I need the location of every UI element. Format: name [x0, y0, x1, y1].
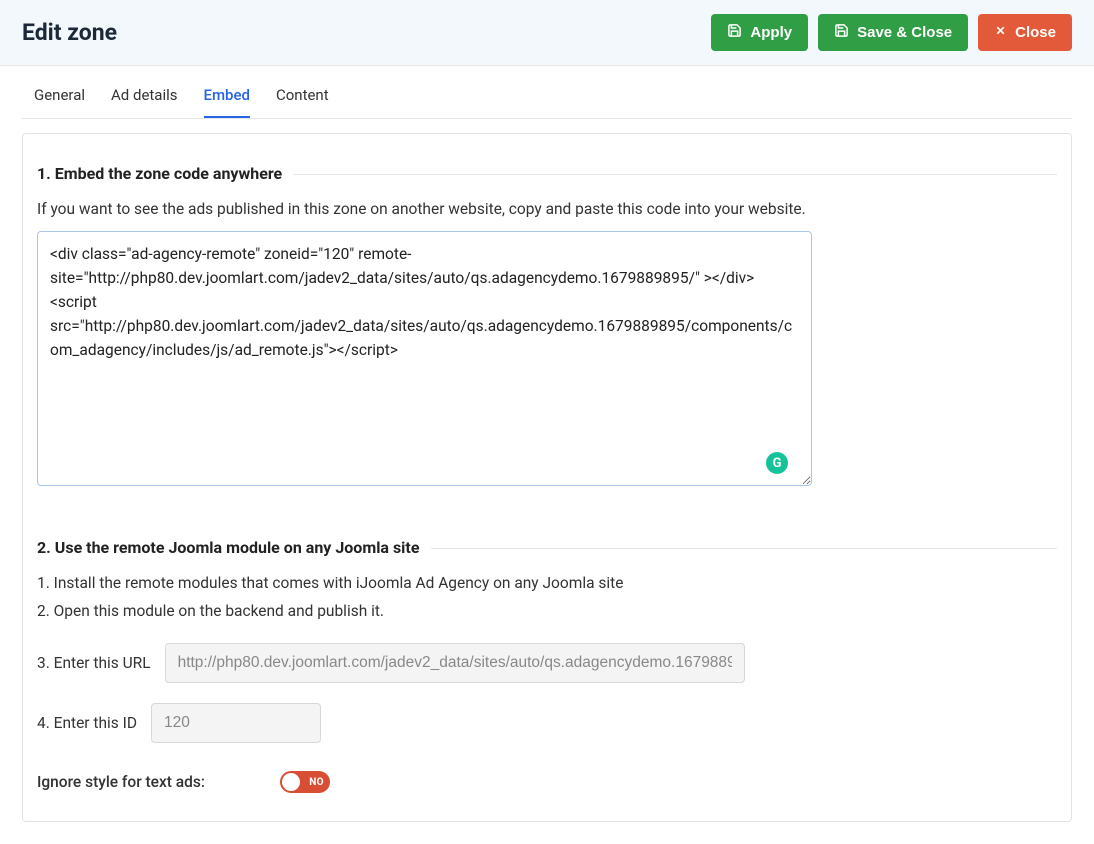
- save-close-label: Save & Close: [857, 24, 952, 41]
- section1-desc: If you want to see the ads published in …: [37, 197, 1057, 221]
- section1-title-wrap: 1. Embed the zone code anywhere: [37, 164, 1057, 183]
- step3-row: 3. Enter this URL: [37, 643, 1057, 683]
- toggle-knob: [282, 773, 300, 791]
- step2-text: 2. Open this module on the backend and p…: [37, 599, 1057, 623]
- tab-content[interactable]: Content: [276, 86, 329, 118]
- url-input[interactable]: [165, 643, 745, 683]
- tab-general[interactable]: General: [34, 86, 85, 118]
- close-icon: [994, 24, 1007, 41]
- embed-code-textarea[interactable]: [37, 231, 812, 486]
- tabs-bar: General Ad details Embed Content: [0, 66, 1094, 118]
- id-input[interactable]: [151, 703, 321, 743]
- code-textarea-wrap: G: [37, 231, 812, 490]
- page-title: Edit zone: [22, 19, 117, 46]
- apply-button[interactable]: Apply: [711, 14, 808, 51]
- section2: 2. Use the remote Joomla module on any J…: [37, 538, 1057, 793]
- header-bar: Edit zone Apply Save & Close Close: [0, 0, 1094, 66]
- header-actions: Apply Save & Close Close: [711, 14, 1072, 51]
- save-icon: [727, 23, 742, 42]
- toggle-state: NO: [309, 777, 324, 788]
- close-button[interactable]: Close: [978, 14, 1072, 51]
- section2-title-wrap: 2. Use the remote Joomla module on any J…: [37, 538, 1057, 557]
- tab-embed[interactable]: Embed: [204, 86, 250, 118]
- step3-label: 3. Enter this URL: [37, 654, 151, 672]
- section2-title: 2. Use the remote Joomla module on any J…: [37, 538, 431, 557]
- grammarly-icon[interactable]: G: [766, 452, 788, 474]
- embed-panel: 1. Embed the zone code anywhere If you w…: [22, 133, 1072, 822]
- tabs-divider: [22, 118, 1072, 119]
- section1-title: 1. Embed the zone code anywhere: [37, 164, 294, 183]
- close-label: Close: [1015, 24, 1056, 41]
- ignore-style-toggle[interactable]: NO: [280, 771, 330, 793]
- step4-row: 4. Enter this ID: [37, 703, 1057, 743]
- step4-label: 4. Enter this ID: [37, 714, 137, 732]
- step1-text: 1. Install the remote modules that comes…: [37, 571, 1057, 595]
- ignore-style-label: Ignore style for text ads:: [37, 773, 205, 791]
- ignore-style-row: Ignore style for text ads: NO: [37, 771, 1057, 793]
- save-close-button[interactable]: Save & Close: [818, 14, 968, 51]
- apply-label: Apply: [750, 24, 792, 41]
- save-icon: [834, 23, 849, 42]
- tab-ad-details[interactable]: Ad details: [111, 86, 177, 118]
